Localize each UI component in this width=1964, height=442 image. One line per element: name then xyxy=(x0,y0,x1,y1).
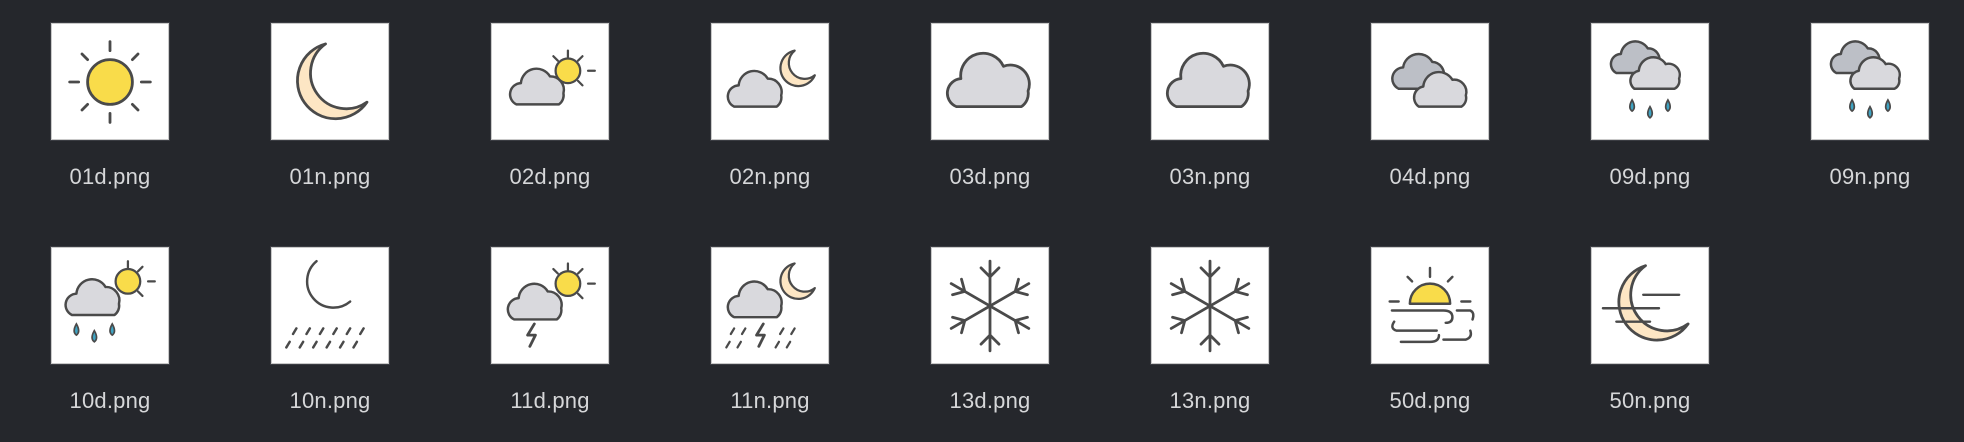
file-name: 10d.png xyxy=(69,388,151,413)
file-name: 09d.png xyxy=(1609,164,1691,189)
file-item-09d[interactable]: 09d.png xyxy=(1540,0,1760,190)
file-name: 03n.png xyxy=(1169,164,1251,189)
file-item-01d[interactable]: 01d.png xyxy=(0,0,220,190)
clear-night-icon xyxy=(296,42,369,120)
thunderstorm-night-icon xyxy=(725,261,816,349)
file-thumbnail[interactable] xyxy=(1371,247,1489,364)
file-item-10n[interactable]: 10n.png xyxy=(220,224,440,414)
file-thumbnail[interactable] xyxy=(931,247,1049,364)
file-thumbnail[interactable] xyxy=(1151,23,1269,140)
file-item-11n[interactable]: 11n.png xyxy=(660,224,880,414)
file-thumbnail[interactable] xyxy=(491,247,609,364)
file-thumbnail[interactable] xyxy=(1371,23,1489,140)
shower-rain-icon xyxy=(1829,39,1901,119)
file-name: 13d.png xyxy=(949,388,1031,413)
rain-day-icon xyxy=(64,259,156,343)
file-name: 50n.png xyxy=(1609,388,1691,413)
scattered-clouds-icon xyxy=(945,51,1031,108)
file-item-13n[interactable]: 13n.png xyxy=(1100,224,1320,414)
file-item-50n[interactable]: 50n.png xyxy=(1540,224,1760,414)
file-item-13d[interactable]: 13d.png xyxy=(880,224,1100,414)
file-name: 11n.png xyxy=(730,388,810,413)
shower-rain-icon xyxy=(1609,39,1681,119)
few-clouds-day-icon xyxy=(508,49,596,106)
file-thumbnail[interactable] xyxy=(271,23,389,140)
broken-clouds-icon xyxy=(1391,52,1468,108)
file-grid: 01d.png 01n.png 02d.png 02n.png 03d.png … xyxy=(0,0,1964,442)
file-thumbnail[interactable] xyxy=(711,247,829,364)
file-item-02d[interactable]: 02d.png xyxy=(440,0,660,190)
snow-icon xyxy=(1169,259,1251,352)
file-thumbnail[interactable] xyxy=(491,23,609,140)
file-item-02n[interactable]: 02n.png xyxy=(660,0,880,190)
file-name: 11d.png xyxy=(510,388,590,413)
file-item-03n[interactable]: 03n.png xyxy=(1100,0,1320,190)
rain-night-icon xyxy=(285,259,365,349)
file-name: 02d.png xyxy=(509,164,591,189)
file-thumbnail[interactable] xyxy=(1591,247,1709,364)
file-thumbnail[interactable] xyxy=(271,247,389,364)
file-item-04d[interactable]: 04d.png xyxy=(1320,0,1540,190)
thunderstorm-day-icon xyxy=(506,261,596,348)
scattered-clouds-icon xyxy=(1165,51,1251,108)
file-name: 09n.png xyxy=(1829,164,1911,189)
file-thumbnail[interactable] xyxy=(51,247,169,364)
file-name: 10n.png xyxy=(289,388,371,413)
file-name: 04d.png xyxy=(1389,164,1471,189)
file-item-11d[interactable]: 11d.png xyxy=(440,224,660,414)
file-item-09n[interactable]: 09n.png xyxy=(1760,0,1964,190)
clear-day-icon xyxy=(68,39,152,124)
file-name: 03d.png xyxy=(949,164,1031,189)
file-thumbnail[interactable] xyxy=(51,23,169,140)
file-thumbnail[interactable] xyxy=(1151,247,1269,364)
file-item-01n[interactable]: 01n.png xyxy=(220,0,440,190)
mist-night-icon xyxy=(1601,263,1690,341)
mist-day-icon xyxy=(1388,266,1475,343)
file-item-10d[interactable]: 10d.png xyxy=(0,224,220,414)
file-thumbnail[interactable] xyxy=(1811,23,1929,140)
file-thumbnail[interactable] xyxy=(1591,23,1709,140)
file-name: 02n.png xyxy=(729,164,811,189)
file-thumbnail[interactable] xyxy=(931,23,1049,140)
snow-icon xyxy=(949,259,1031,352)
file-name: 50d.png xyxy=(1389,388,1471,413)
file-item-03d[interactable]: 03d.png xyxy=(880,0,1100,190)
few-clouds-night-icon xyxy=(726,49,816,108)
file-item-50d[interactable]: 50d.png xyxy=(1320,224,1540,414)
file-name: 01d.png xyxy=(69,164,151,189)
file-name: 01n.png xyxy=(289,164,371,189)
file-thumbnail[interactable] xyxy=(711,23,829,140)
file-name: 13n.png xyxy=(1169,388,1251,413)
